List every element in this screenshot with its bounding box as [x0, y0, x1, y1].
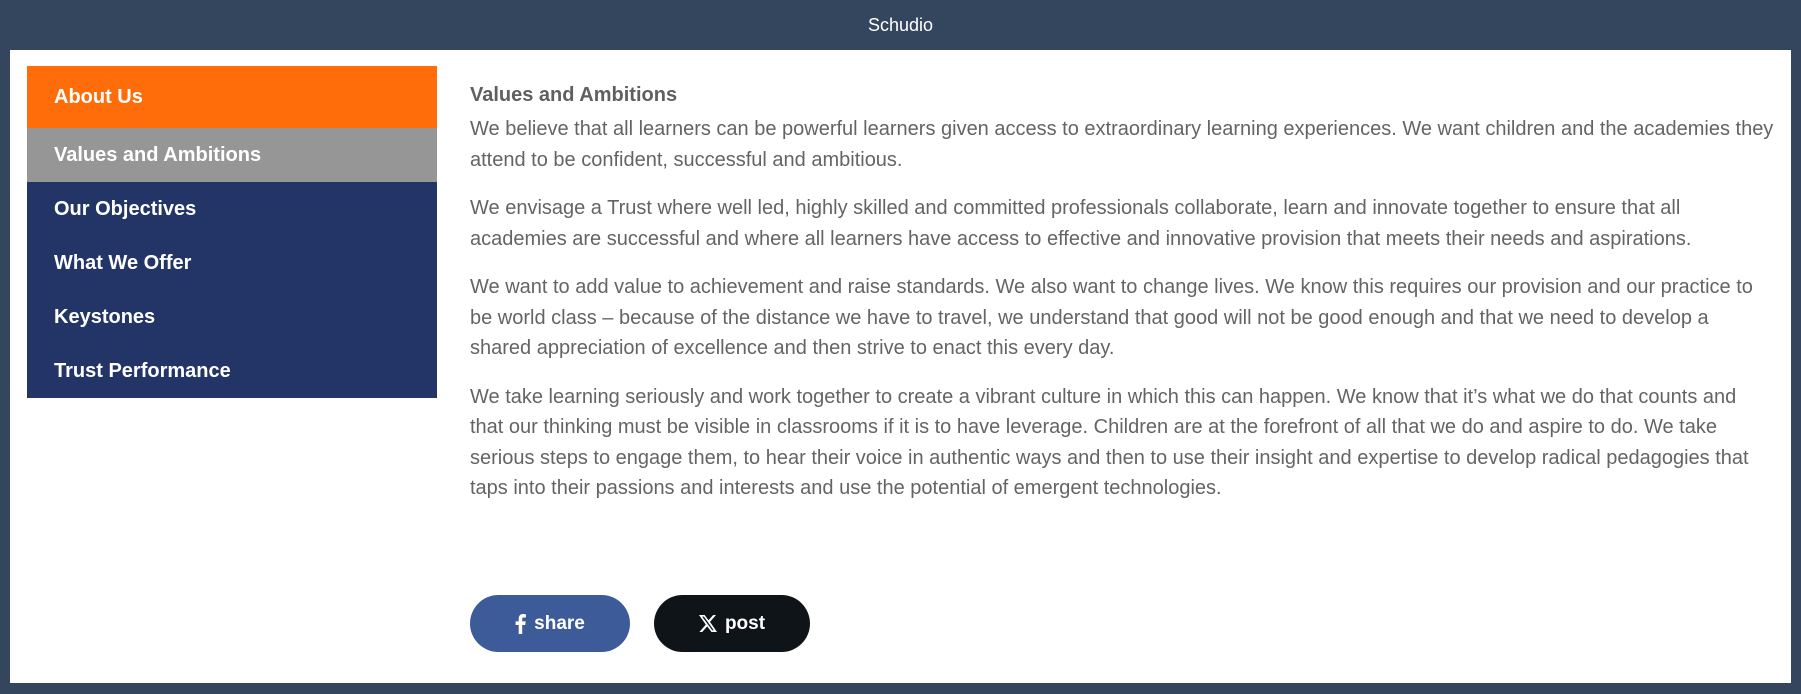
sidebar-nav: About Us Values and Ambitions Our Object… [27, 66, 437, 398]
window-titlebar: Schudio [0, 0, 1801, 50]
facebook-share-label: share [534, 612, 585, 634]
x-post-label: post [724, 612, 766, 634]
paragraph: We believe that all learners can be powe… [470, 118, 1774, 171]
facebook-share-button[interactable]: share [470, 595, 630, 652]
x-post-button[interactable]: post [654, 595, 810, 652]
page-heading: Values and Ambitions [470, 84, 678, 106]
sidebar-item-trust-performance[interactable]: Trust Performance [27, 344, 437, 398]
content-frame: About Us Values and Ambitions Our Object… [10, 50, 1791, 683]
main-content: Values and Ambitions We believe that all… [470, 83, 1775, 522]
share-buttons: share post [470, 595, 810, 652]
sidebar-header-about-us[interactable]: About Us [27, 66, 437, 128]
sidebar-item-our-objectives[interactable]: Our Objectives [27, 182, 437, 236]
x-icon [698, 615, 717, 632]
sidebar-item-keystones[interactable]: Keystones [27, 290, 437, 344]
facebook-icon [515, 613, 527, 634]
paragraph: We envisage a Trust where well led, high… [470, 197, 1692, 250]
paragraph: We want to add value to achievement and … [470, 276, 1753, 359]
window-title: Schudio [867, 14, 934, 35]
paragraph: We take learning seriously and work toge… [470, 385, 1749, 500]
sidebar-item-what-we-offer[interactable]: What We Offer [27, 236, 437, 290]
sidebar-item-values-and-ambitions[interactable]: Values and Ambitions [27, 128, 437, 182]
